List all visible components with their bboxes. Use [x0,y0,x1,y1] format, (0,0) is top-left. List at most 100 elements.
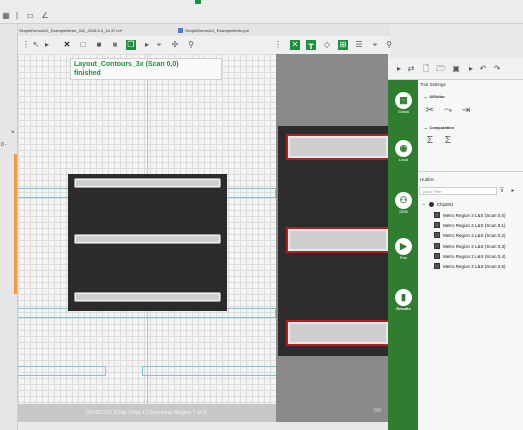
document-icon [434,212,440,218]
hublist-panel: Hublist Quick Filter ⊽ ▸ [418,172,523,430]
layout-canvas[interactable]: Layout_Contours_3x (Scan 0,0) finished [… [18,54,276,422]
panel-title: Hublist [420,177,434,182]
grip-icon: ⋮ [274,40,282,49]
tool-scissors-icon[interactable]: ✂ [425,106,435,116]
line-feature [75,179,220,187]
tab-label: SimpleDemo4x2_ExampleMetro_042_2016.5.3_… [19,28,123,33]
grip-icon: ⋮ [22,40,30,49]
list-item-label: Metro Region 2 L&S (Scan 0,3) [443,243,506,249]
sem-image-tile [68,174,227,311]
nav-label: SEM [399,209,408,214]
panel-title: Tool Settings [420,82,446,87]
list-item[interactable]: Metro Region 2 L&S (Scan 0,3) [434,243,506,249]
fit-x-icon[interactable]: ✕ [290,40,300,50]
undo-icon[interactable]: ↶ [478,64,488,74]
line-tool-icon[interactable]: ∠ [40,11,50,21]
list-item[interactable]: Metro Region 2 L&S (Scan 0,2) [434,232,506,238]
file-icon [178,28,183,33]
annotation-line-2: finished [74,70,101,77]
filter-icon[interactable]: ⊽ [497,186,507,196]
expand-icon[interactable]: ▸ [466,64,476,74]
list-item-label: Metro Region 2 L&S (Scan 0,2) [443,232,506,238]
square-fill-icon[interactable]: ■ [94,40,104,50]
layer-icon[interactable]: ❐ [126,40,136,50]
chevron-down-icon: ⌄ [422,201,426,206]
quick-filter-input[interactable]: Quick Filter [419,187,497,195]
separator-icon: | [15,11,19,20]
nav-global[interactable]: ▦ Global [391,92,416,114]
status-text: [00:00:22]: [Chip 'Chip 1'] Scanning Reg… [86,410,208,416]
close-icon[interactable]: ✕ [62,40,72,50]
side-label: 0 - [1,142,7,148]
line-feature [75,235,220,243]
tool-settings-panel: Tool Settings ⌄ UIEditor ✂ ⤳ ⇥ ⌄ Computa… [418,80,523,172]
top-toolbar: ▦ | ▭ ∠ [0,0,523,24]
zoom-icon[interactable]: ⚲ [186,40,196,50]
group-label: Computation [429,125,455,130]
save-icon[interactable]: ▣ [451,64,461,74]
region-outline [142,366,276,376]
new-file-icon[interactable]: 🗋 [421,64,431,74]
group-header[interactable]: ⌄ UIEditor [424,94,445,99]
document-icon [434,222,440,228]
expand-icon[interactable]: ▸ [142,40,152,50]
list-item-label: Metro Region 2 L&S (Scan 0,4) [443,253,506,259]
nav-results[interactable]: ▮ Results [391,289,416,311]
nav-label: Global [397,109,410,114]
list-icon[interactable]: ☰ [354,40,364,50]
focus-icon[interactable]: ⌖ [154,40,164,50]
calendar-icon[interactable]: ▦ [1,11,11,21]
list-item[interactable]: Metro Region 2 L&S (Scan 0,4) [434,253,506,259]
sum-n-icon[interactable]: Σ [443,136,453,146]
list-item[interactable]: Metro Region 2 L&S (Scan 0,0) [434,212,506,218]
bar-chart-icon: ▮ [395,289,412,306]
open-folder-icon[interactable]: 🗁 [436,64,446,74]
tab-label: SimpleDemo4x2_ExampleMetro.job [185,28,249,33]
nav-local[interactable]: ◉ Local [391,140,416,162]
square-green-icon[interactable]: ■ [110,40,120,50]
sum-icon[interactable]: Σ [425,136,435,146]
nav-label: Results [396,306,411,311]
document-icon [434,263,440,269]
zoom-icon[interactable]: ⚲ [384,40,394,50]
nav-sem[interactable]: ⚇ SEM [391,192,416,214]
document-icon [434,243,440,249]
target-icon: ◉ [395,140,412,157]
group-header[interactable]: ⌄ Computation [424,125,454,130]
measured-line [288,136,388,158]
cross-arrows-icon[interactable]: ✣ [170,40,180,50]
square-outline-icon[interactable]: □ [78,40,88,50]
tab-mi-file[interactable]: SimpleDemo4x2_ExampleMetro_042_2016.5.3_… [12,26,122,35]
chip-icon [428,201,434,207]
list-item-label: Metro Region 2 L&S (Scan 0,0) [443,212,506,218]
expand-icon[interactable]: ▸ [42,40,52,50]
nav-run[interactable]: ▶ Run [391,238,416,260]
list-item[interactable]: Metro Region 2 L&S (Scan 0,1) [434,222,506,228]
swap-icon[interactable]: ⇄ [406,64,416,74]
list-item[interactable]: Metro Region 2 L&S (Scan 0,5) [434,263,506,269]
sem-image-view: 0/8 [276,54,388,422]
tab-job-file[interactable]: SimpleDemo4x2_ExampleMetro.job [178,26,249,35]
left-dock-panel: × 0 - [0,24,18,430]
eraser-icon[interactable]: ◇ [322,40,332,50]
rectangle-tool-icon[interactable]: ▭ [25,11,35,21]
expand-icon[interactable]: ▸ [508,186,518,196]
pointer-icon[interactable]: ↖ [31,40,41,50]
tool-export-icon[interactable]: ⇥ [461,106,471,116]
scroll-counter: 0/8 [374,408,381,414]
dock-close-icon[interactable]: × [11,130,15,136]
tee-tool-icon[interactable]: ┳ [306,40,316,50]
collapse-icon[interactable]: ▸ [394,64,404,74]
grid-icon: ▦ [395,92,412,109]
network-icon[interactable]: ⊞ [338,40,348,50]
redo-icon[interactable]: ↷ [492,64,502,74]
nav-label: Run [399,255,408,260]
sem-image [278,126,388,356]
focus-icon[interactable]: ⌖ [370,40,380,50]
tool-branch-icon[interactable]: ⤳ [443,106,453,116]
filter-placeholder: Quick Filter [422,189,443,194]
tree-root[interactable]: ⌄ Chip001 [422,201,454,207]
side-accent [14,154,17,294]
document-icon [434,232,440,238]
group-label: UIEditor [429,94,445,99]
